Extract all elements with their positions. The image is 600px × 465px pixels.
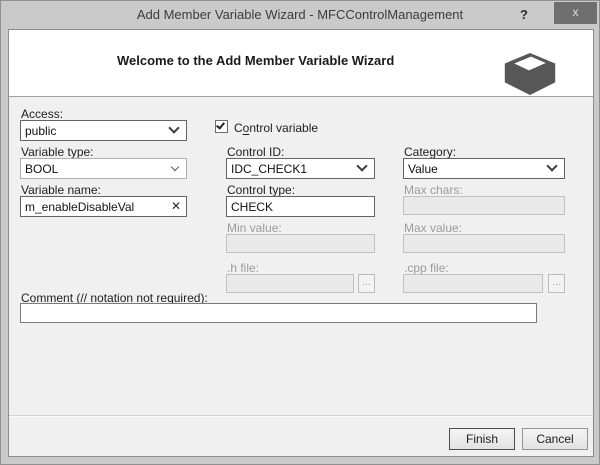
footer-separator (9, 415, 593, 417)
max-value-input (403, 234, 565, 253)
control-variable-label[interactable]: Control variable (234, 121, 318, 135)
category-combobox[interactable]: Value (403, 158, 565, 179)
h-file-browse-button: ... (358, 274, 375, 293)
access-label: Access: (21, 107, 64, 121)
wizard-box-3d-icon (504, 53, 556, 95)
control-id-combobox[interactable]: IDC_CHECK1 (226, 158, 375, 179)
checkmark-icon (216, 120, 225, 130)
variable-name-label: Variable name: (21, 183, 101, 197)
cancel-button[interactable]: Cancel (522, 428, 588, 450)
finish-button[interactable]: Finish (449, 428, 515, 450)
clear-icon[interactable]: ✕ (171, 197, 181, 216)
close-button[interactable]: x (554, 2, 597, 24)
h-file-label: .h file: (227, 261, 260, 275)
h-file-input (226, 274, 354, 293)
chevron-down-icon (168, 122, 180, 134)
chevron-down-icon (546, 160, 558, 172)
control-type-label: Control type: (227, 183, 296, 197)
max-chars-label: Max chars: (404, 183, 463, 197)
welcome-title: Welcome to the Add Member Variable Wizar… (117, 53, 395, 68)
add-member-variable-wizard-dialog: Add Member Variable Wizard - MFCControlM… (0, 0, 600, 465)
variable-name-input[interactable]: m_enableDisableVal ✕ (20, 196, 187, 217)
min-value-label: Min value: (227, 221, 282, 235)
variable-type-combobox[interactable]: BOOL (20, 158, 187, 179)
chevron-down-icon (356, 160, 368, 172)
cpp-file-label: .cpp file: (404, 261, 449, 275)
window-title: Add Member Variable Wizard - MFCControlM… (136, 7, 464, 22)
min-value-input (226, 234, 375, 253)
wizard-header: Welcome to the Add Member Variable Wizar… (9, 30, 593, 97)
variable-type-label: Variable type: (21, 145, 94, 159)
cpp-file-browse-button: ... (548, 274, 565, 293)
control-type-input[interactable] (226, 196, 375, 217)
title-bar: Add Member Variable Wizard - MFCControlM… (1, 1, 599, 29)
category-label: Category: (404, 145, 457, 159)
wizard-panel: Welcome to the Add Member Variable Wizar… (8, 29, 594, 457)
access-combobox[interactable]: public (20, 120, 187, 141)
close-icon: x (572, 5, 579, 19)
control-variable-checkbox[interactable] (215, 120, 228, 133)
max-value-label: Max value: (404, 221, 463, 235)
control-id-label: Control ID: (227, 145, 285, 159)
max-chars-input (403, 196, 565, 215)
comment-input[interactable] (20, 303, 537, 323)
help-button[interactable]: ? (515, 5, 533, 24)
cpp-file-input (403, 274, 543, 293)
chevron-down-icon (170, 162, 180, 172)
